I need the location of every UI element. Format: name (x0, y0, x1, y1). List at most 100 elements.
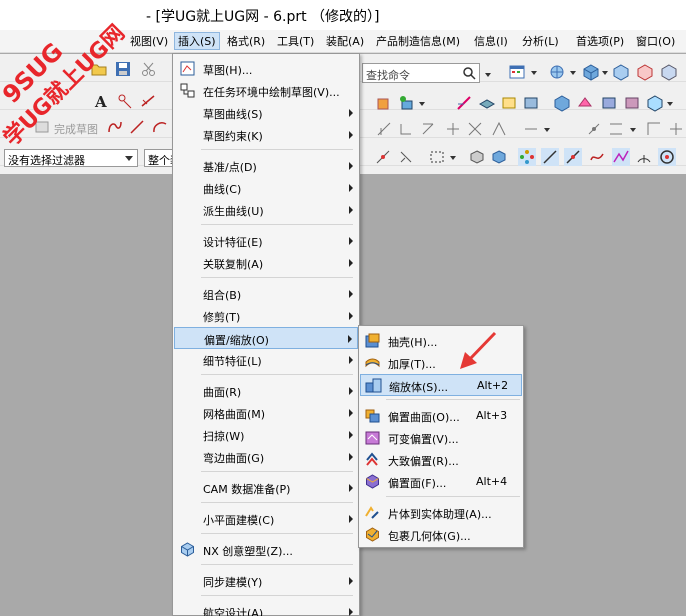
thicken-icon (364, 354, 381, 371)
constraint-icon-11[interactable] (667, 120, 685, 138)
menu-item-sketch[interactable]: 草图(H)... (174, 58, 358, 80)
cube-dropdown-icon[interactable] (602, 63, 608, 81)
layer-table-icon[interactable] (508, 63, 526, 81)
constraint-icon-10[interactable] (645, 120, 663, 138)
layer-dropdown-icon[interactable] (531, 63, 537, 81)
submenu-item-offset-surface[interactable]: 偏置曲面(O)... Alt+3 (360, 405, 522, 427)
feature-icon-8[interactable] (576, 94, 594, 112)
submenu-arrow-icon (349, 206, 353, 214)
feature-icon-9[interactable] (600, 94, 618, 112)
constraint-icon-2[interactable] (397, 120, 415, 138)
constraint-icon-7[interactable] (522, 120, 540, 138)
menu-assembly[interactable]: 装配(A) (323, 33, 367, 51)
submenu-item-rough-offset[interactable]: 大致偏置(R)... (360, 449, 522, 471)
constraint-more-dropdown-icon[interactable] (630, 120, 636, 138)
feature-icon-1[interactable] (375, 94, 393, 112)
snap-center-icon[interactable] (658, 148, 676, 166)
snap-curve-icon[interactable] (588, 148, 606, 166)
menu-item-sketch-in-task[interactable]: 在任务环境中绘制草图(V)... (174, 80, 358, 102)
submenu-item-variable-offset[interactable]: 可变偏置(V)... (360, 427, 522, 449)
constraint-icon-6[interactable] (490, 120, 508, 138)
feature-icon-7[interactable] (553, 94, 571, 112)
constraint-icon-3[interactable] (419, 120, 437, 138)
submenu-item-wrap-geometry[interactable]: 包裹几何体(G)... (360, 524, 522, 546)
menu-item-label: 航空设计(A) (203, 607, 264, 616)
feature-icon-11[interactable] (646, 94, 664, 112)
menu-analysis[interactable]: 分析(L) (519, 33, 562, 51)
feature-more-dropdown-icon[interactable] (667, 94, 673, 112)
menu-tools[interactable]: 工具(T) (274, 33, 317, 51)
submenu-separator (386, 399, 520, 400)
menu-item-design-feature[interactable]: 设计特征(E) (174, 230, 358, 252)
find-command-input[interactable]: 查找命令 (362, 63, 480, 83)
menu-item-cam-data-prep[interactable]: CAM 数据准备(P) (174, 477, 358, 499)
select-body-icon[interactable] (490, 148, 508, 166)
wire-cube-icon[interactable] (636, 63, 654, 81)
constraint-dropdown-icon[interactable] (544, 120, 550, 138)
constraint-icon-5[interactable] (466, 120, 484, 138)
snap-polyline-icon[interactable] (612, 148, 630, 166)
feature-icon-4[interactable] (478, 94, 496, 112)
menu-item-synchronous-modeling[interactable]: 同步建模(Y) (174, 570, 358, 592)
feature-dropdown-icon[interactable] (419, 94, 425, 112)
feature-icon-2[interactable] (397, 94, 415, 112)
snap-icon-2[interactable] (397, 148, 415, 166)
menu-format[interactable]: 格式(R) (224, 33, 268, 51)
view-orient-icon[interactable] (548, 63, 566, 81)
menu-preferences[interactable]: 首选项(P) (573, 33, 627, 51)
snap-line-icon[interactable] (541, 148, 559, 166)
search-icon[interactable] (462, 66, 476, 80)
menu-insert[interactable]: 插入(S) (174, 32, 220, 50)
menu-item-mesh-surface[interactable]: 网格曲面(M) (174, 402, 358, 424)
find-command-dropdown-icon[interactable] (485, 65, 491, 83)
constraint-icon-8[interactable] (585, 120, 603, 138)
constraint-icon-4[interactable] (444, 120, 462, 138)
feature-icon-6[interactable] (522, 94, 540, 112)
hidden-cube-icon[interactable] (660, 63, 678, 81)
menu-item-flange-surface[interactable]: 弯边曲面(G) (174, 446, 358, 468)
menu-item-sketch-constraint[interactable]: 草图约束(K) (174, 124, 358, 146)
menu-item-sweep[interactable]: 扫掠(W) (174, 424, 358, 446)
menu-item-trim[interactable]: 修剪(T) (174, 305, 358, 327)
selection-filter-select[interactable]: 没有选择过滤器 (4, 149, 138, 167)
menu-item-associative-copy[interactable]: 关联复制(A) (174, 252, 358, 274)
submenu-item-label: 缩放体(S)... (389, 381, 449, 394)
select-solid-icon[interactable] (468, 148, 486, 166)
feature-icon-3[interactable] (455, 94, 473, 112)
constraint-icon-9[interactable] (607, 120, 625, 138)
menu-window[interactable]: 窗口(O) (633, 33, 678, 51)
menu-item-datum-point[interactable]: 基准/点(D) (174, 155, 358, 177)
menu-item-combine[interactable]: 组合(B) (174, 283, 358, 305)
submenu-item-scale-body[interactable]: 缩放体(S)... Alt+2 (360, 374, 522, 396)
shaded-cube-icon[interactable] (612, 63, 630, 81)
constraint-icon-1[interactable] (375, 120, 393, 138)
view-orient-dropdown-icon[interactable] (570, 63, 576, 81)
menu-item-offset-scale[interactable]: 偏置/缩放(O) (174, 327, 358, 349)
menu-item-curve[interactable]: 曲线(C) (174, 177, 358, 199)
menu-item-facet-modeling[interactable]: 小平面建模(C) (174, 508, 358, 530)
snap-midpoint-icon[interactable] (564, 148, 582, 166)
menu-item-aerospace-design[interactable]: 航空设计(A) (174, 601, 358, 616)
menu-item-nx-realize-shape[interactable]: NX 创意塑型(Z)... (174, 539, 358, 561)
snap-arc-icon[interactable] (635, 148, 653, 166)
select-rectangle-dropdown-icon[interactable] (450, 148, 456, 166)
submenu-item-sheet-to-solid[interactable]: 片体到实体助理(A)... (360, 502, 522, 524)
feature-icon-5[interactable] (500, 94, 518, 112)
feature-icon-10[interactable] (623, 94, 641, 112)
submenu-arrow-icon (349, 237, 353, 245)
menu-item-detail-feature[interactable]: 细节特征(L) (174, 349, 358, 371)
selection-scope-select[interactable]: 整个装配 (144, 149, 174, 167)
cube-blue-icon[interactable] (582, 63, 600, 81)
menu-pmi[interactable]: 产品制造信息(M) (373, 33, 463, 51)
menu-item-derived-curve[interactable]: 派生曲线(U) (174, 199, 358, 221)
arc-sketch-icon[interactable] (151, 118, 169, 136)
submenu-arrow-icon (349, 312, 353, 320)
submenu-item-offset-face[interactable]: 偏置面(F)... Alt+4 (360, 471, 522, 493)
snap-point-icon[interactable] (374, 148, 392, 166)
select-rectangle-icon[interactable] (428, 148, 446, 166)
menu-separator (201, 502, 353, 503)
snap-endpoints-icon[interactable] (518, 148, 536, 166)
menu-item-surface[interactable]: 曲面(R) (174, 380, 358, 402)
menu-information[interactable]: 信息(I) (471, 33, 511, 51)
menu-item-sketch-curve[interactable]: 草图曲线(S) (174, 102, 358, 124)
